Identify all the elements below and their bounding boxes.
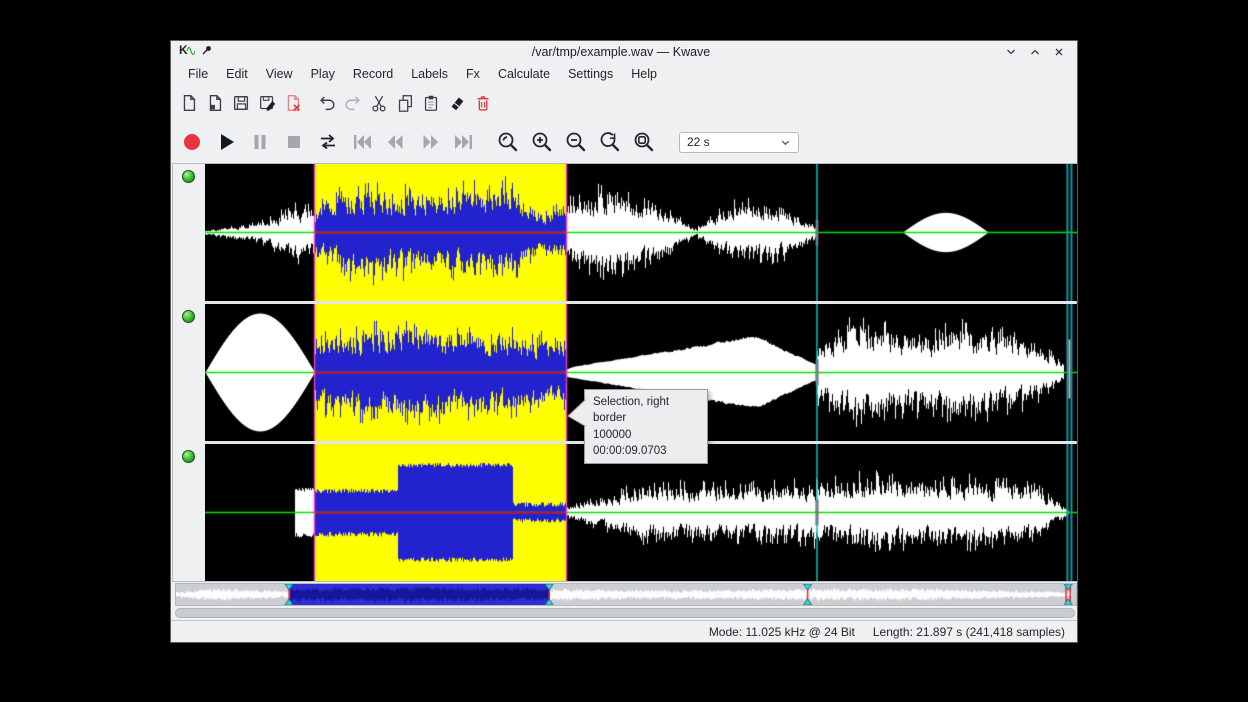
track-3-led-button[interactable] bbox=[182, 450, 195, 463]
record-button[interactable] bbox=[179, 129, 205, 155]
pin-icon[interactable] bbox=[201, 43, 213, 61]
playback-toolbar: 22 s bbox=[171, 121, 1077, 163]
eraser-button[interactable] bbox=[445, 91, 469, 115]
menu-fx[interactable]: Fx bbox=[457, 65, 489, 83]
kwave-app-icon: K bbox=[179, 43, 195, 62]
tooltip-time: 00:00:09.0703 bbox=[593, 443, 699, 459]
track-1-waveform[interactable] bbox=[205, 164, 1077, 301]
kwave-window: K /var/tmp/example.wav — Kwave bbox=[170, 40, 1078, 643]
track-2-led-button[interactable] bbox=[182, 310, 195, 323]
track-3-waveform[interactable] bbox=[205, 444, 1077, 581]
zoom-all-button[interactable] bbox=[597, 129, 623, 155]
save-button[interactable] bbox=[229, 91, 253, 115]
status-mode: Mode: 11.025 kHz @ 24 Bit bbox=[709, 625, 855, 639]
play-button[interactable] bbox=[213, 129, 239, 155]
paste-button[interactable] bbox=[419, 91, 443, 115]
tooltip-title: Selection, right border bbox=[593, 394, 699, 427]
close-file-button[interactable] bbox=[281, 91, 305, 115]
menu-file[interactable]: File bbox=[179, 65, 217, 83]
menubar: File Edit View Play Record Labels Fx Cal… bbox=[171, 63, 1077, 85]
stop-button[interactable] bbox=[281, 129, 307, 155]
minimize-button[interactable] bbox=[1003, 44, 1019, 60]
loop-button[interactable] bbox=[315, 129, 341, 155]
copy-button[interactable] bbox=[393, 91, 417, 115]
status-length: Length: 21.897 s (241,418 samples) bbox=[873, 625, 1065, 639]
signal-view bbox=[172, 163, 1077, 582]
redo-button[interactable] bbox=[341, 91, 365, 115]
tooltip-samples: 100000 bbox=[593, 427, 699, 443]
cut-button[interactable] bbox=[367, 91, 391, 115]
file-toolbar bbox=[171, 85, 1077, 121]
statusbar: Mode: 11.025 kHz @ 24 Bit Length: 21.897… bbox=[171, 620, 1077, 642]
new-file-button[interactable] bbox=[177, 91, 201, 115]
desktop-background: K /var/tmp/example.wav — Kwave bbox=[0, 0, 1248, 702]
titlebar[interactable]: K /var/tmp/example.wav — Kwave bbox=[171, 41, 1077, 63]
menu-calculate[interactable]: Calculate bbox=[489, 65, 559, 83]
undo-button[interactable] bbox=[315, 91, 339, 115]
zoom-in-button[interactable] bbox=[529, 129, 555, 155]
menu-view[interactable]: View bbox=[257, 65, 302, 83]
skip-start-button[interactable] bbox=[349, 129, 375, 155]
zoom-out-button[interactable] bbox=[563, 129, 589, 155]
pause-button[interactable] bbox=[247, 129, 273, 155]
menu-labels[interactable]: Labels bbox=[402, 65, 457, 83]
menu-help[interactable]: Help bbox=[622, 65, 666, 83]
menu-edit[interactable]: Edit bbox=[217, 65, 257, 83]
close-button[interactable] bbox=[1051, 44, 1067, 60]
rewind-button[interactable] bbox=[383, 129, 409, 155]
delete-button[interactable] bbox=[471, 91, 495, 115]
menu-play[interactable]: Play bbox=[302, 65, 344, 83]
track-1-led-button[interactable] bbox=[182, 170, 195, 183]
maximize-button[interactable] bbox=[1027, 44, 1043, 60]
window-title: /var/tmp/example.wav — Kwave bbox=[239, 45, 1003, 59]
zoom-selection-button[interactable] bbox=[495, 129, 521, 155]
save-as-button[interactable] bbox=[255, 91, 279, 115]
chevron-down-icon bbox=[780, 137, 791, 148]
horizontal-scrollbar[interactable] bbox=[175, 608, 1075, 618]
selection-tooltip: Selection, right border 100000 00:00:09.… bbox=[584, 389, 708, 464]
tooltip-arrow bbox=[566, 395, 586, 431]
menu-record[interactable]: Record bbox=[344, 65, 402, 83]
zoom-duration-select[interactable]: 22 s bbox=[679, 132, 799, 153]
zoom-window-button[interactable] bbox=[631, 129, 657, 155]
menu-settings[interactable]: Settings bbox=[559, 65, 622, 83]
skip-end-button[interactable] bbox=[451, 129, 477, 155]
zoom-duration-value: 22 s bbox=[687, 135, 710, 149]
track-controls-column bbox=[173, 164, 205, 581]
forward-button[interactable] bbox=[417, 129, 443, 155]
overview-strip[interactable] bbox=[175, 583, 1077, 606]
open-file-button[interactable] bbox=[203, 91, 227, 115]
overview-waveform[interactable] bbox=[176, 584, 1076, 605]
